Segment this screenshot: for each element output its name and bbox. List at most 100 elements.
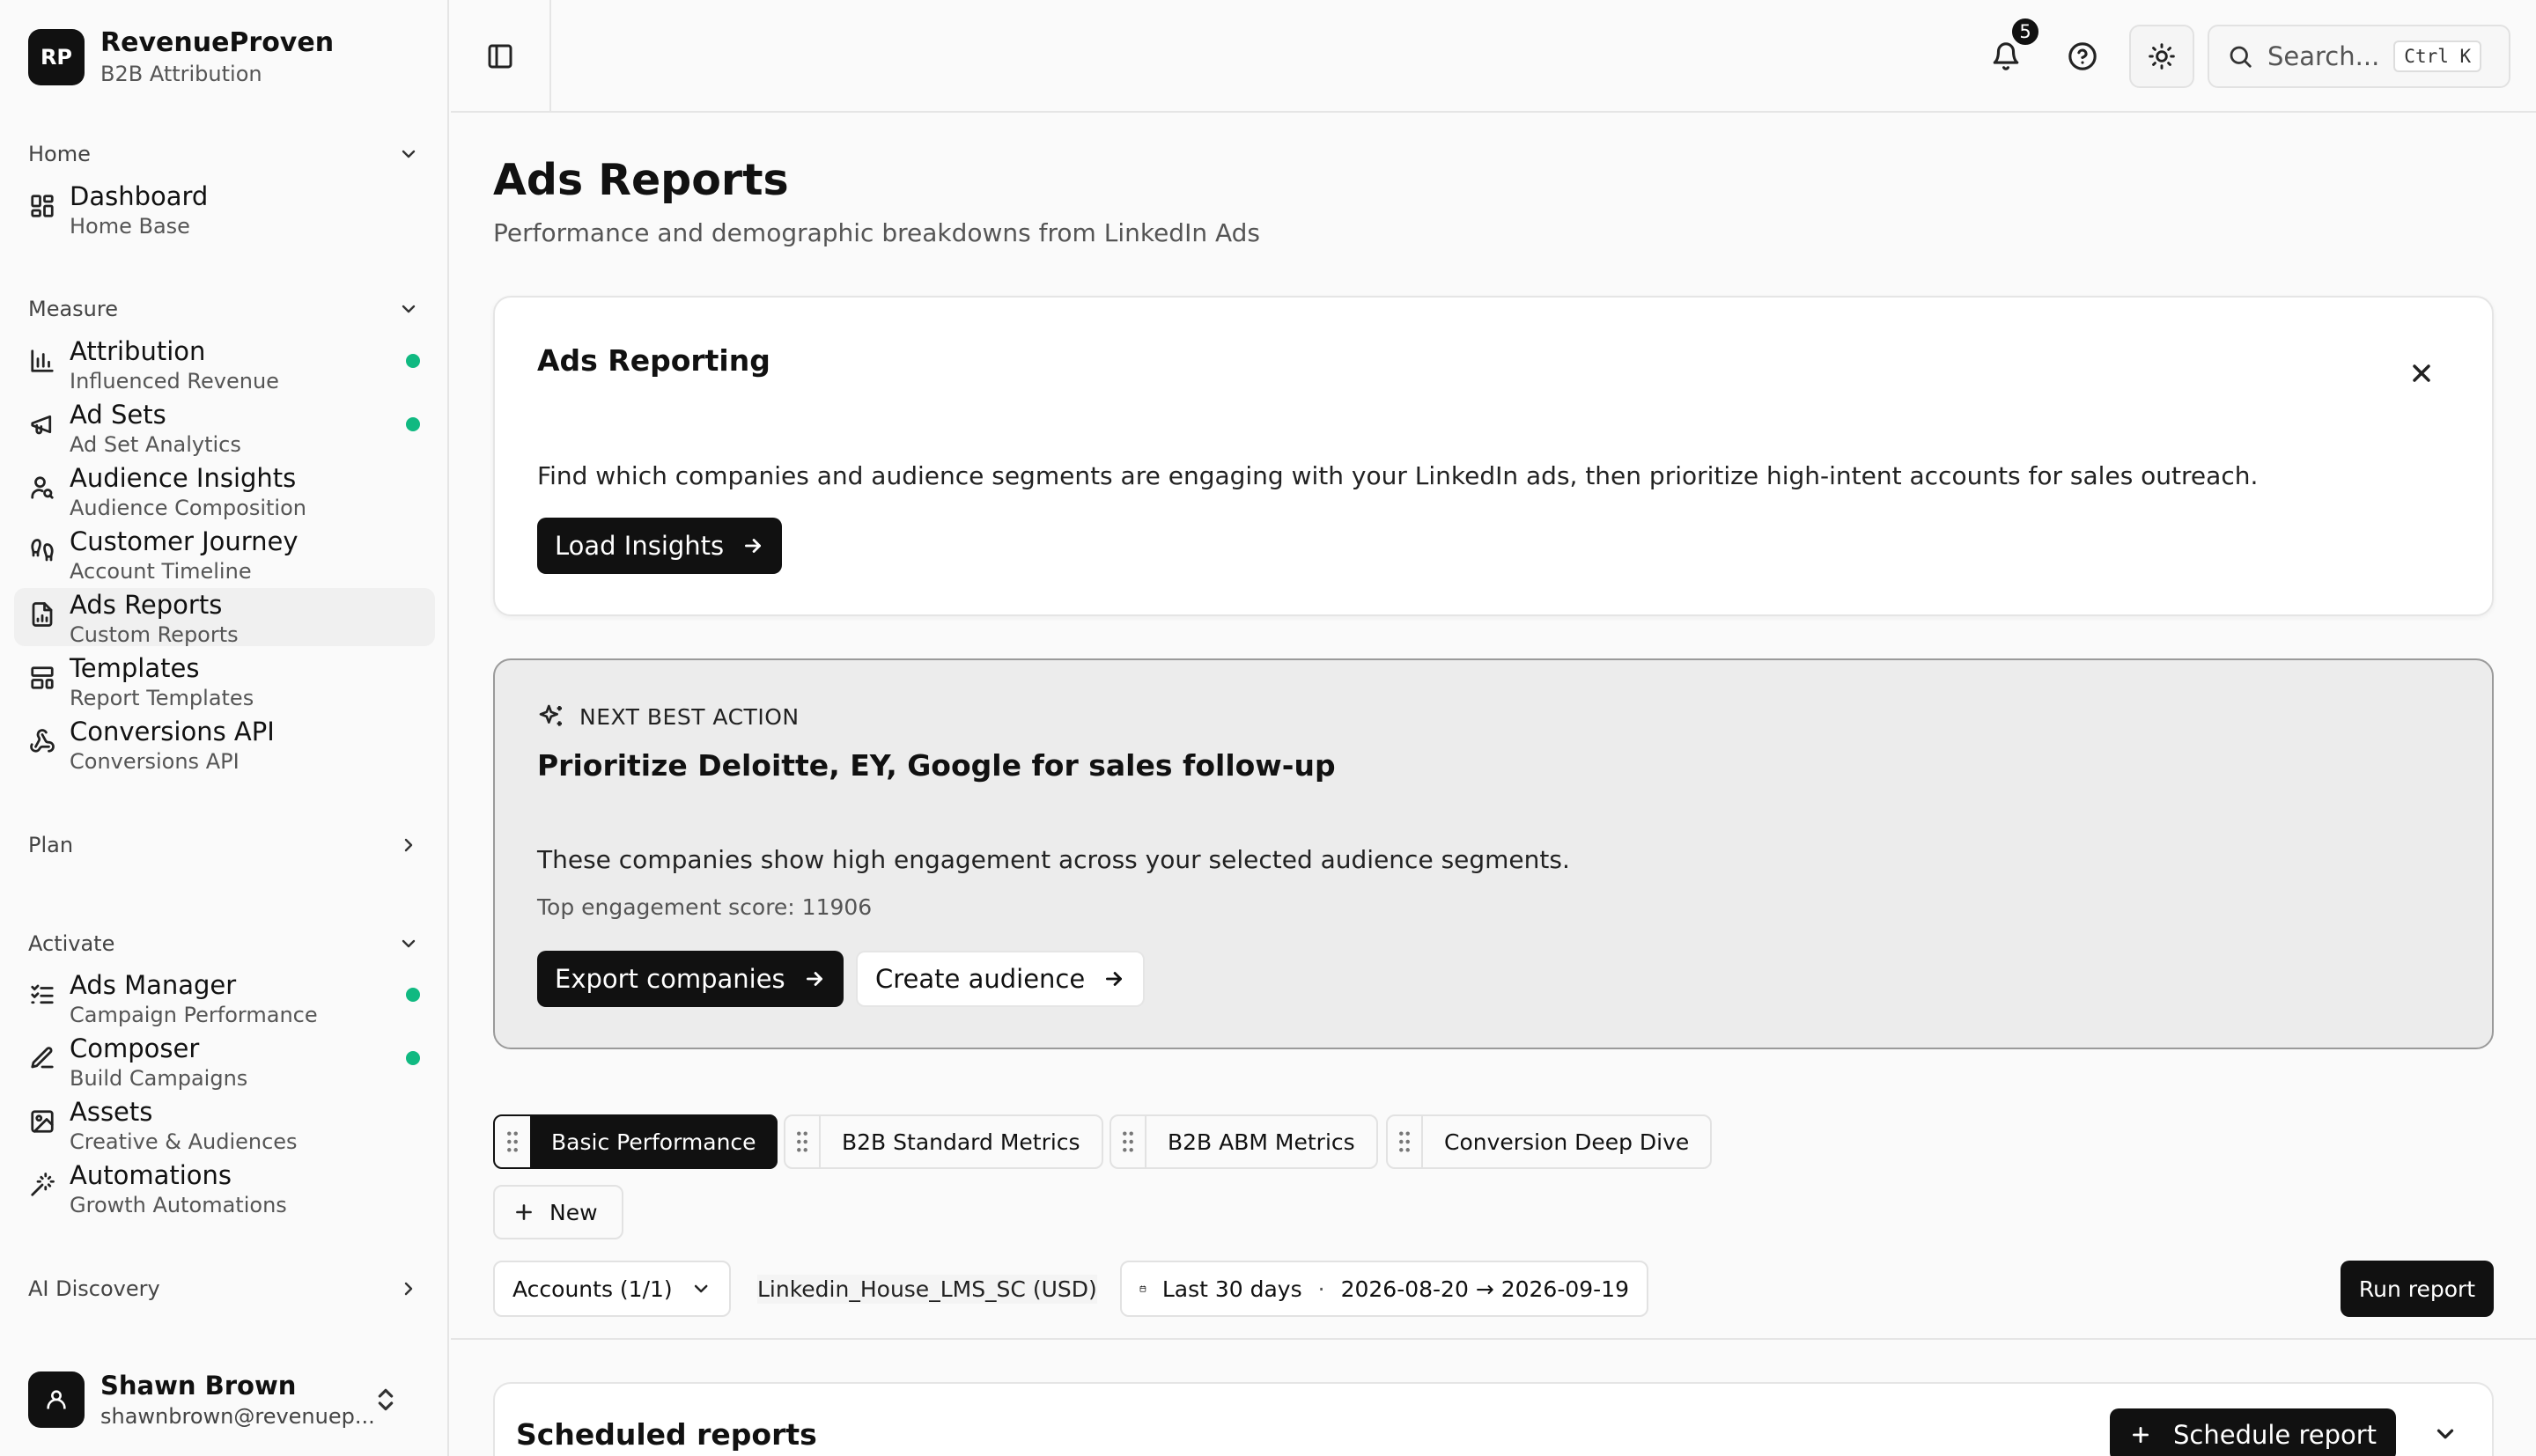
section-ai-discovery[interactable]: AI Discovery: [28, 1273, 421, 1305]
sidebar-item-sub: Growth Automations: [70, 1193, 287, 1217]
sidebar-item-composer[interactable]: Composer Build Campaigns: [14, 1032, 435, 1091]
sidebar-item-label: Conversions API: [70, 717, 275, 746]
section-measure[interactable]: Measure: [28, 293, 421, 325]
card-title: Scheduled reports: [516, 1417, 817, 1452]
new-tab-button[interactable]: New: [493, 1185, 623, 1239]
chevrons-up-down-icon: [372, 1386, 400, 1414]
megaphone-icon: [28, 410, 56, 438]
section-plan[interactable]: Plan: [28, 829, 421, 861]
sidebar-item-sub: Report Templates: [70, 686, 254, 710]
wand-icon: [28, 1171, 56, 1199]
schedule-report-button[interactable]: Schedule report: [2110, 1408, 2397, 1456]
search-placeholder: Search...: [2267, 41, 2380, 71]
bar-chart-icon: [28, 347, 56, 375]
webhook-icon: [28, 727, 56, 755]
list-check-icon: [28, 981, 56, 1009]
nba-title: Prioritize Deloitte, EY, Google for sale…: [537, 748, 1336, 783]
sidebar-item-label: Dashboard: [70, 181, 209, 211]
sidebar-item-sub: Ad Set Analytics: [70, 432, 241, 457]
date-range-picker[interactable]: Last 30 days · 2026-08-20 → 2026-09-19: [1120, 1261, 1648, 1317]
engagement-score: Top engagement score: 11906: [537, 894, 873, 920]
tab-label: Basic Performance: [530, 1114, 778, 1169]
sidebar-item-automations[interactable]: Automations Growth Automations: [14, 1158, 435, 1217]
collapse-toggle[interactable]: [2432, 1421, 2459, 1447]
export-companies-button[interactable]: Export companies: [537, 951, 844, 1007]
sidebar-item-sub: Campaign Performance: [70, 1003, 318, 1027]
plus-icon: [2133, 1427, 2149, 1443]
chevron-right-icon: [396, 833, 421, 857]
brand-name: RevenueProven: [100, 27, 335, 58]
bell-icon: [1993, 42, 2019, 70]
sidebar-item-audience-insights[interactable]: Audience Insights Audience Composition: [14, 461, 435, 520]
brand-subtitle: B2B Attribution: [100, 62, 262, 86]
plus-icon: [516, 1204, 532, 1220]
tab-b2b-abm-metrics[interactable]: B2B ABM Metrics: [1110, 1114, 1378, 1169]
theme-toggle-button[interactable]: [2129, 25, 2194, 88]
sidebar-item-label: Customer Journey: [70, 526, 299, 556]
status-dot: [406, 354, 420, 368]
load-insights-button[interactable]: Load Insights: [537, 518, 783, 574]
card-description: Find which companies and audience segmen…: [537, 461, 2259, 490]
sidebar-item-assets[interactable]: Assets Creative & Audiences: [14, 1095, 435, 1154]
section-label: Home: [28, 142, 91, 166]
sidebar-item-attribution[interactable]: Attribution Influenced Revenue: [14, 335, 435, 393]
sidebar-item-label: Ads Reports: [70, 590, 223, 620]
panel-left-icon: [488, 44, 512, 69]
drag-handle-icon[interactable]: [495, 1116, 530, 1167]
drag-handle-icon[interactable]: [785, 1116, 821, 1167]
card-title: Ads Reporting: [537, 343, 770, 378]
sidebar-item-sub: Build Campaigns: [70, 1066, 248, 1091]
drag-handle-icon[interactable]: [1388, 1116, 1423, 1167]
section-label: Measure: [28, 297, 118, 321]
sidebar-toggle-button[interactable]: [451, 0, 551, 113]
user-email: shawnbrown@revenuep...: [100, 1404, 375, 1429]
sidebar-item-label: Audience Insights: [70, 463, 297, 493]
sidebar-item-sub: Audience Composition: [70, 496, 306, 520]
date-range-label: Last 30 days: [1161, 1276, 1302, 1302]
sidebar-item-ads-reports[interactable]: Ads Reports Custom Reports: [14, 588, 435, 647]
chevron-right-icon: [396, 1276, 421, 1301]
tab-basic-performance[interactable]: Basic Performance: [493, 1114, 778, 1169]
close-button[interactable]: [2407, 359, 2436, 387]
sun-icon: [2149, 43, 2175, 70]
page-title: Ads Reports: [493, 155, 789, 205]
scheduled-reports-card: Scheduled reports Schedule report: [493, 1382, 2494, 1456]
sidebar-item-ads-manager[interactable]: Ads Manager Campaign Performance: [14, 968, 435, 1027]
tab-label: B2B ABM Metrics: [1168, 1129, 1355, 1155]
brand[interactable]: RP RevenueProven B2B Attribution: [28, 26, 334, 88]
help-circle-icon: [2068, 42, 2097, 70]
sidebar-item-customer-journey[interactable]: Customer Journey Account Timeline: [14, 525, 435, 584]
sidebar-item-label: Assets: [70, 1097, 153, 1127]
sidebar-item-label: Composer: [70, 1033, 200, 1063]
sidebar-item-conversions-api[interactable]: Conversions API Conversions API: [14, 715, 435, 774]
create-audience-button[interactable]: Create audience: [856, 951, 1146, 1007]
sidebar-item-sub: Custom Reports: [70, 622, 239, 647]
user-icon: [47, 1390, 66, 1409]
nba-label: NEXT BEST ACTION: [537, 702, 800, 731]
search-input[interactable]: Search... Ctrl K: [2208, 25, 2510, 88]
notifications-button[interactable]: 5: [1985, 16, 2041, 77]
drag-handle-icon[interactable]: [1111, 1116, 1146, 1167]
avatar: [28, 1371, 85, 1428]
chevron-down-icon: [396, 297, 421, 321]
tab-conversion-deep-dive[interactable]: Conversion Deep Dive: [1386, 1114, 1713, 1169]
file-chart-icon: [28, 600, 56, 629]
user-menu[interactable]: Shawn Brown shawnbrown@revenuep...: [28, 1364, 421, 1435]
image-icon: [28, 1107, 56, 1136]
sidebar-item-ad-sets[interactable]: Ad Sets Ad Set Analytics: [14, 398, 435, 457]
accounts-dropdown[interactable]: Accounts (1/1): [493, 1261, 731, 1317]
sidebar-item-label: Templates: [70, 653, 200, 683]
sidebar-item-templates[interactable]: Templates Report Templates: [14, 651, 435, 710]
sidebar-item-sub: Conversions API: [70, 749, 240, 774]
close-icon: [2413, 364, 2430, 382]
section-home[interactable]: Home: [28, 138, 421, 170]
section-activate[interactable]: Activate: [28, 928, 421, 960]
help-button[interactable]: [2061, 35, 2104, 77]
tab-b2b-standard-metrics[interactable]: B2B Standard Metrics: [784, 1114, 1103, 1169]
tab-label: B2B Standard Metrics: [842, 1129, 1080, 1155]
sidebar-item-sub: Creative & Audiences: [70, 1129, 298, 1154]
run-report-button[interactable]: Run report: [2341, 1261, 2494, 1317]
status-dot: [406, 1051, 420, 1065]
sidebar-item-dashboard[interactable]: Dashboard Home Base: [14, 180, 435, 239]
nba-description: These companies show high engagement acr…: [537, 845, 1570, 874]
